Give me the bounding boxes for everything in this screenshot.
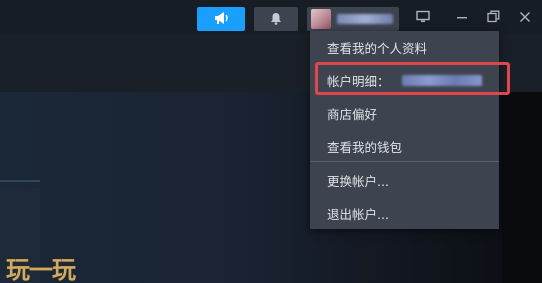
account-menu-button[interactable]: •••••• bbox=[307, 7, 399, 31]
avatar bbox=[311, 9, 331, 29]
content-divider bbox=[0, 180, 40, 182]
close-icon bbox=[519, 8, 531, 27]
watermark-logo: 玩一玩 bbox=[6, 255, 76, 283]
menu-item-view-profile[interactable]: 查看我的个人资料 bbox=[310, 31, 499, 63]
notifications-button[interactable] bbox=[254, 7, 298, 31]
announcements-button[interactable] bbox=[197, 7, 245, 31]
menu-item-store-preferences[interactable]: 商店偏好 bbox=[310, 97, 499, 129]
big-picture-button[interactable] bbox=[415, 9, 431, 25]
highlight-annotation bbox=[315, 62, 510, 95]
menu-item-label: 退出帐户... bbox=[327, 206, 389, 222]
megaphone-icon bbox=[213, 10, 229, 29]
bell-icon bbox=[270, 10, 282, 29]
menu-item-label: 查看我的个人资料 bbox=[327, 40, 428, 56]
menu-item-label: 商店偏好 bbox=[327, 106, 378, 122]
menu-item-label: 查看我的钱包 bbox=[327, 139, 403, 155]
restore-button[interactable] bbox=[485, 9, 501, 25]
close-button[interactable] bbox=[517, 9, 533, 25]
restore-icon bbox=[486, 8, 500, 27]
menu-separator bbox=[310, 161, 499, 162]
monitor-icon bbox=[416, 8, 430, 27]
account-name-redacted: •••••• bbox=[337, 14, 393, 24]
right-edge-area bbox=[502, 92, 542, 283]
menu-item-sign-out[interactable]: 退出帐户... bbox=[310, 197, 499, 229]
minimize-button[interactable] bbox=[454, 9, 470, 25]
menu-item-change-account[interactable]: 更换帐户... bbox=[310, 164, 499, 196]
menu-item-view-wallet[interactable]: 查看我的钱包 bbox=[310, 130, 499, 162]
minimize-icon bbox=[456, 8, 468, 27]
menu-item-label: 更换帐户... bbox=[327, 173, 389, 189]
account-dropdown-menu: 查看我的个人资料 帐户明细： •••••••• 商店偏好 查看我的钱包 更换帐户… bbox=[310, 31, 499, 229]
